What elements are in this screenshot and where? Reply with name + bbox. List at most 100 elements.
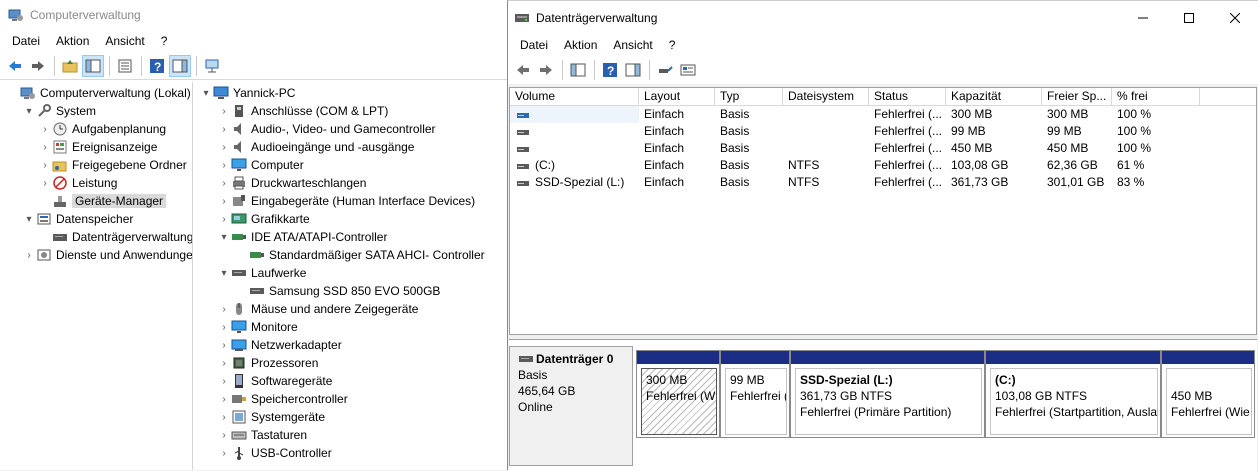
chevron-right-icon[interactable]: ›	[217, 446, 231, 460]
tree-item[interactable]: › Softwaregeräte	[193, 372, 508, 390]
tree-item[interactable]: ▾ System	[0, 102, 192, 120]
forward-button[interactable]	[27, 55, 49, 77]
col-header-free-space[interactable]: Freier Sp...	[1042, 88, 1112, 105]
tree-item[interactable]: ▾ Datenspeicher	[0, 210, 192, 228]
chevron-right-icon[interactable]: ›	[217, 392, 231, 406]
maximize-button[interactable]	[1166, 1, 1212, 34]
chevron-down-icon[interactable]: ▾	[217, 266, 231, 280]
close-button[interactable]	[1212, 1, 1258, 34]
chevron-right-icon[interactable]	[235, 284, 249, 298]
chevron-right-icon[interactable]: ›	[38, 140, 52, 154]
chevron-right-icon[interactable]	[38, 194, 52, 208]
chevron-right-icon[interactable]	[235, 248, 249, 262]
chevron-right-icon[interactable]: ›	[217, 212, 231, 226]
tree-item[interactable]: › Grafikkarte	[193, 210, 508, 228]
tree-item[interactable]: › Aufgabenplanung	[0, 120, 192, 138]
table-row[interactable]: (C:) Einfach Basis NTFS Fehlerfrei (... 103,0…	[510, 157, 1256, 174]
chevron-right-icon[interactable]: ›	[217, 122, 231, 136]
tree-item[interactable]: › Freigegebene Ordner	[0, 156, 192, 174]
chevron-right-icon[interactable]: ›	[217, 302, 231, 316]
chevron-down-icon[interactable]: ▾	[22, 212, 36, 226]
chevron-right-icon[interactable]: ›	[217, 410, 231, 424]
tree-item[interactable]: Datenträgerverwaltung	[0, 228, 192, 246]
tree-item[interactable]: › Mäuse und andere Zeigegeräte	[193, 300, 508, 318]
dm-connect-button[interactable]	[654, 59, 676, 81]
tree-item[interactable]: › USB-Controller	[193, 444, 508, 462]
partition-recovery-300mb[interactable]: 300 MB Fehlerfrei (Wi	[636, 350, 720, 438]
chevron-right-icon[interactable]: ›	[217, 428, 231, 442]
dm-menu-aktion[interactable]: Aktion	[556, 38, 605, 52]
tree-item[interactable]: › Tastaturen	[193, 426, 508, 444]
disk-0-label[interactable]: Datenträger 0 Basis 465,64 GB Online	[509, 346, 633, 466]
tree-item[interactable]: ▾ Yannick-PC	[193, 84, 508, 102]
dm-menu-ansicht[interactable]: Ansicht	[605, 38, 660, 52]
back-button[interactable]	[4, 55, 26, 77]
scan-hardware-button[interactable]	[201, 55, 223, 77]
chevron-right-icon[interactable]: ›	[217, 356, 231, 370]
col-header-percent-free[interactable]: % frei	[1112, 88, 1200, 105]
partition-efi-99mb[interactable]: 99 MB Fehlerfrei (	[720, 350, 790, 438]
cm-menu-aktion[interactable]: Aktion	[48, 34, 97, 48]
chevron-right-icon[interactable]	[6, 86, 20, 100]
tree-item[interactable]: Samsung SSD 850 EVO 500GB	[193, 282, 508, 300]
chevron-right-icon[interactable]: ›	[217, 176, 231, 190]
partition-ssd-spezial[interactable]: SSD-Spezial (L:) 361,73 GB NTFS Fehlerfr…	[790, 350, 985, 438]
tree-item[interactable]: › Druckwarteschlangen	[193, 174, 508, 192]
dm-properties-button[interactable]	[677, 59, 699, 81]
properties-button[interactable]	[114, 55, 136, 77]
tree-item[interactable]: › Audioeingänge und -ausgänge	[193, 138, 508, 156]
dm-action-pane-button[interactable]	[622, 59, 644, 81]
col-header-capacity[interactable]: Kapazität	[946, 88, 1042, 105]
tree-item[interactable]: ▾ IDE ATA/ATAPI-Controller	[193, 228, 508, 246]
dm-help-button[interactable]: ?	[599, 59, 621, 81]
chevron-right-icon[interactable]: ›	[38, 122, 52, 136]
table-row[interactable]: Einfach Basis Fehlerfrei (... 99 MB 99 MB 100…	[510, 123, 1256, 140]
dm-menu-help[interactable]: ?	[661, 38, 684, 52]
tree-item[interactable]: › Prozessoren	[193, 354, 508, 372]
chevron-right-icon[interactable]: ›	[217, 194, 231, 208]
chevron-down-icon[interactable]: ▾	[217, 230, 231, 244]
dm-forward-button[interactable]	[535, 59, 557, 81]
dm-menu-datei[interactable]: Datei	[512, 38, 556, 52]
partition-c-drive[interactable]: (C:) 103,08 GB NTFS Fehlerfrei (Startpar…	[985, 350, 1161, 438]
col-header-type[interactable]: Typ	[715, 88, 783, 105]
table-row[interactable]: SSD-Spezial (L:) Einfach Basis NTFS Fehlerfr…	[510, 174, 1256, 191]
help-button[interactable]: ?	[146, 55, 168, 77]
tree-item[interactable]: › Leistung	[0, 174, 192, 192]
chevron-right-icon[interactable]: ›	[38, 176, 52, 190]
chevron-right-icon[interactable]: ›	[217, 140, 231, 154]
up-folder-button[interactable]	[59, 55, 81, 77]
tree-item[interactable]: Standardmäßiger SATA AHCI- Controller	[193, 246, 508, 264]
dm-show-tree-button[interactable]	[567, 59, 589, 81]
col-header-status[interactable]: Status	[869, 88, 946, 105]
tree-item[interactable]: › Netzwerkadapter	[193, 336, 508, 354]
col-header-layout[interactable]: Layout	[639, 88, 715, 105]
chevron-right-icon[interactable]	[38, 230, 52, 244]
chevron-right-icon[interactable]: ›	[217, 158, 231, 172]
tree-item[interactable]: › Ereignisanzeige	[0, 138, 192, 156]
minimize-button[interactable]	[1120, 1, 1166, 34]
tree-item[interactable]: › Systemgeräte	[193, 408, 508, 426]
show-action-pane-button[interactable]	[169, 54, 191, 77]
cm-menu-datei[interactable]: Datei	[4, 34, 48, 48]
table-row[interactable]: Einfach Basis Fehlerfrei (... 300 MB 300 MB 1…	[510, 106, 1256, 123]
dm-back-button[interactable]	[512, 59, 534, 81]
tree-item[interactable]: Geräte-Manager	[0, 192, 192, 210]
tree-item[interactable]: ▾ Laufwerke	[193, 264, 508, 282]
show-hide-tree-button[interactable]	[82, 54, 104, 77]
chevron-right-icon[interactable]: ›	[38, 158, 52, 172]
col-header-volume[interactable]: Volume	[510, 88, 639, 105]
chevron-down-icon[interactable]: ▾	[22, 104, 36, 118]
cm-menu-ansicht[interactable]: Ansicht	[97, 34, 152, 48]
cm-menu-help[interactable]: ?	[153, 34, 176, 48]
partition-recovery-450mb[interactable]: 450 MB Fehlerfrei (Wie	[1161, 350, 1255, 438]
tree-item[interactable]: › Speichercontroller	[193, 390, 508, 408]
tree-item[interactable]: › Computer	[193, 156, 508, 174]
chevron-down-icon[interactable]: ▾	[199, 86, 213, 100]
tree-item[interactable]: › Anschlüsse (COM & LPT)	[193, 102, 508, 120]
table-row[interactable]: Einfach Basis Fehlerfrei (... 450 MB 450 MB 1…	[510, 140, 1256, 157]
chevron-right-icon[interactable]: ›	[22, 248, 36, 262]
tree-item[interactable]: › Audio-, Video- und Gamecontroller	[193, 120, 508, 138]
tree-item[interactable]: › Monitore	[193, 318, 508, 336]
tree-item[interactable]: › Dienste und Anwendungen	[0, 246, 192, 264]
